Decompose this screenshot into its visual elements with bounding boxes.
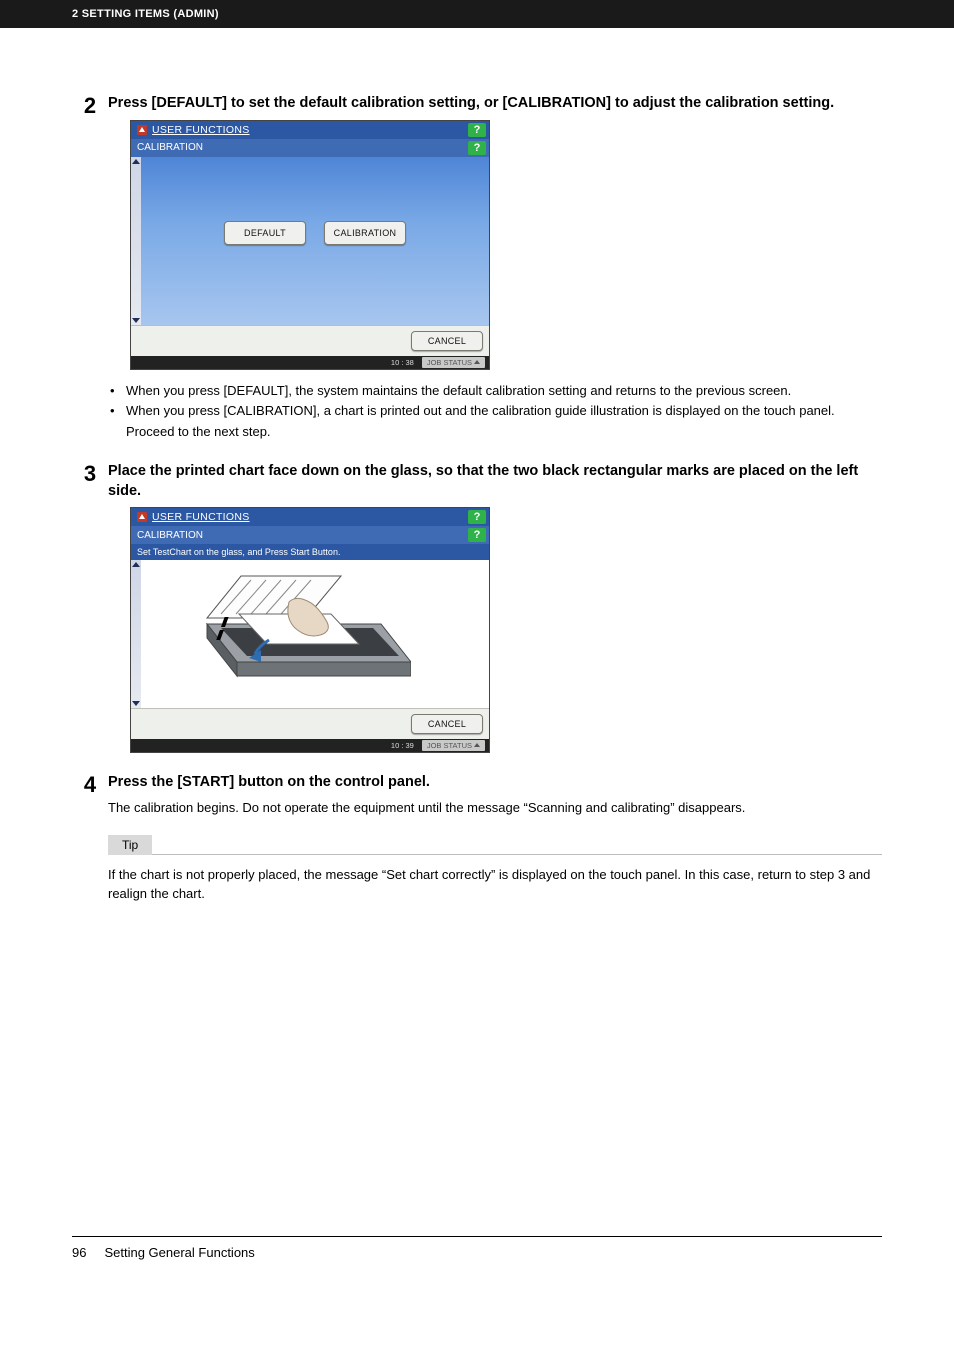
footer-time: 10 : 38 bbox=[391, 358, 414, 367]
caret-up-icon bbox=[474, 743, 480, 747]
calibration-button[interactable]: CALIBRATION bbox=[324, 221, 406, 245]
cancel-button[interactable]: CANCEL bbox=[411, 331, 483, 351]
screenshot-header: USER FUNCTIONS ? bbox=[131, 121, 489, 139]
tip-label: Tip bbox=[108, 835, 152, 855]
list-item: • When you press [CALIBRATION], a chart … bbox=[108, 402, 882, 421]
screenshot-subheader: CALIBRATION ? bbox=[131, 526, 489, 544]
scroll-down-icon[interactable] bbox=[132, 701, 140, 706]
help-icon[interactable]: ? bbox=[468, 123, 486, 137]
screenshot-body bbox=[141, 560, 489, 708]
screenshot-bottom: CANCEL bbox=[131, 325, 489, 356]
scrollbar[interactable] bbox=[131, 560, 141, 708]
step-4: 4 Press the [START] button on the contro… bbox=[72, 773, 882, 904]
subheader-title: CALIBRATION bbox=[137, 530, 203, 541]
tip-header: Tip bbox=[108, 835, 882, 855]
step-2: 2 Press [DEFAULT] to set the default cal… bbox=[72, 94, 882, 454]
screenshot-header: USER FUNCTIONS ? bbox=[131, 508, 489, 526]
step-body: Place the printed chart face down on the… bbox=[108, 462, 882, 765]
list-item: • When you press [DEFAULT], the system m… bbox=[108, 382, 882, 401]
alert-icon bbox=[137, 125, 147, 135]
calibration-screenshot-1: USER FUNCTIONS ? CALIBRATION ? DEFAUL bbox=[130, 120, 490, 370]
step-title: Place the printed chart face down on the… bbox=[108, 462, 882, 501]
header-title: USER FUNCTIONS bbox=[152, 511, 250, 523]
scroll-up-icon[interactable] bbox=[132, 562, 140, 567]
bullet-text: When you press [DEFAULT], the system mai… bbox=[126, 382, 882, 401]
bullet-icon: • bbox=[108, 382, 126, 401]
step-number: 2 bbox=[72, 94, 108, 117]
help-icon[interactable]: ? bbox=[468, 528, 486, 542]
step-title: Press [DEFAULT] to set the default calib… bbox=[108, 94, 882, 114]
instruction-bar: Set TestChart on the glass, and Press St… bbox=[131, 544, 489, 560]
content: 2 Press [DEFAULT] to set the default cal… bbox=[0, 28, 954, 904]
page-header: 2 SETTING ITEMS (ADMIN) bbox=[0, 0, 954, 28]
divider bbox=[108, 854, 882, 855]
step-desc: The calibration begins. Do not operate t… bbox=[108, 799, 882, 817]
screenshot-footer: 10 : 39 JOB STATUS bbox=[131, 739, 489, 752]
scanner-illustration bbox=[181, 572, 411, 695]
bullet-icon: • bbox=[108, 402, 126, 421]
bullet-extra: Proceed to the next step. bbox=[126, 423, 882, 442]
help-icon[interactable]: ? bbox=[468, 510, 486, 524]
calibration-screenshot-2: USER FUNCTIONS ? CALIBRATION ? Set TestC… bbox=[130, 507, 490, 753]
button-row: DEFAULT CALIBRATION bbox=[141, 221, 489, 245]
alert-icon bbox=[137, 512, 147, 522]
job-status-button[interactable]: JOB STATUS bbox=[422, 740, 485, 751]
bullet-text: When you press [CALIBRATION], a chart is… bbox=[126, 402, 882, 421]
scroll-down-icon[interactable] bbox=[132, 318, 140, 323]
scrollbar[interactable] bbox=[131, 157, 141, 325]
screenshot-body-wrap: DEFAULT CALIBRATION bbox=[131, 157, 489, 325]
step-3: 3 Place the printed chart face down on t… bbox=[72, 462, 882, 765]
page-number: 96 bbox=[72, 1245, 86, 1260]
tip-text: If the chart is not properly placed, the… bbox=[108, 865, 882, 904]
screenshot-body: DEFAULT CALIBRATION bbox=[141, 157, 489, 325]
screenshot-bottom: CANCEL bbox=[131, 708, 489, 739]
screenshot-footer: 10 : 38 JOB STATUS bbox=[131, 356, 489, 369]
cancel-button[interactable]: CANCEL bbox=[411, 714, 483, 734]
section-label: 2 SETTING ITEMS (ADMIN) bbox=[72, 8, 219, 20]
step-body: Press [DEFAULT] to set the default calib… bbox=[108, 94, 882, 454]
step2-notes: • When you press [DEFAULT], the system m… bbox=[108, 382, 882, 443]
step-title: Press the [START] button on the control … bbox=[108, 773, 882, 793]
tip-block: Tip If the chart is not properly placed,… bbox=[108, 835, 882, 904]
step-body: Press the [START] button on the control … bbox=[108, 773, 882, 904]
caret-up-icon bbox=[474, 360, 480, 364]
job-status-button[interactable]: JOB STATUS bbox=[422, 357, 485, 368]
subheader-title: CALIBRATION bbox=[137, 142, 203, 153]
screenshot-body-wrap bbox=[131, 560, 489, 708]
footer-time: 10 : 39 bbox=[391, 741, 414, 750]
step-number: 3 bbox=[72, 462, 108, 485]
default-button[interactable]: DEFAULT bbox=[224, 221, 306, 245]
page-footer: 96 Setting General Functions bbox=[0, 1237, 954, 1284]
screenshot-subheader: CALIBRATION ? bbox=[131, 139, 489, 157]
header-title: USER FUNCTIONS bbox=[152, 124, 250, 136]
help-icon[interactable]: ? bbox=[468, 141, 486, 155]
footer-section: Setting General Functions bbox=[104, 1245, 254, 1260]
step-number: 4 bbox=[72, 773, 108, 796]
scroll-up-icon[interactable] bbox=[132, 159, 140, 164]
